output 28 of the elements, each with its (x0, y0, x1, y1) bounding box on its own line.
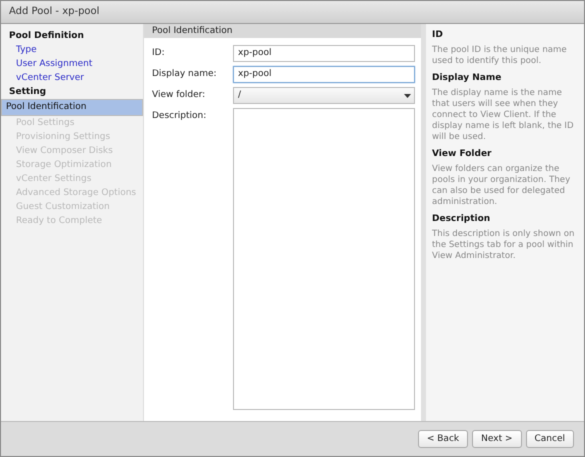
wizard-step[interactable]: vCenter Server (1, 71, 143, 85)
wizard-step[interactable]: Pool Identification (1, 99, 143, 116)
help-heading: Description (432, 214, 492, 224)
description-field[interactable] (233, 108, 415, 410)
wizard-button[interactable]: < Back (418, 430, 468, 448)
input-field[interactable]: xp-pool (233, 45, 415, 62)
window-title: Add Pool - xp-pool (1, 1, 584, 24)
help-heading: View Folder (432, 149, 492, 159)
field-label: Description: (152, 110, 208, 123)
help-text: The display name is the name that users will see when they connect to View Client. If the display name is left blank, the ID will be used. (432, 88, 575, 143)
folder-dropdown[interactable]: / (233, 87, 415, 104)
section-heading: Setting (8, 86, 48, 99)
help-heading: Display Name (432, 73, 502, 83)
field-label: View folder: (152, 89, 206, 102)
caret-icon (404, 94, 411, 98)
wizard-step[interactable]: Type (1, 43, 143, 57)
input-field[interactable]: xp-pool (233, 66, 415, 83)
wizard-button[interactable]: Next > (472, 430, 522, 448)
wizard-button[interactable]: Cancel (526, 430, 574, 448)
wizard-step[interactable]: User Assignment (1, 57, 143, 71)
help-text: The pool ID is the unique name used to identify this pool. (432, 45, 568, 67)
help-text: View folders can organize the pools in your organization. They can also be used for delegated administration. (432, 164, 572, 208)
section-heading: Pool Definition (8, 30, 85, 43)
help-text: This description is only shown on the Settings tab for a pool within View Administrator. (432, 229, 576, 262)
field-label: ID: (152, 47, 166, 60)
help-heading: ID (432, 30, 444, 40)
panel-header: Pool Identification (144, 24, 421, 38)
field-label: Display name: (152, 68, 218, 81)
